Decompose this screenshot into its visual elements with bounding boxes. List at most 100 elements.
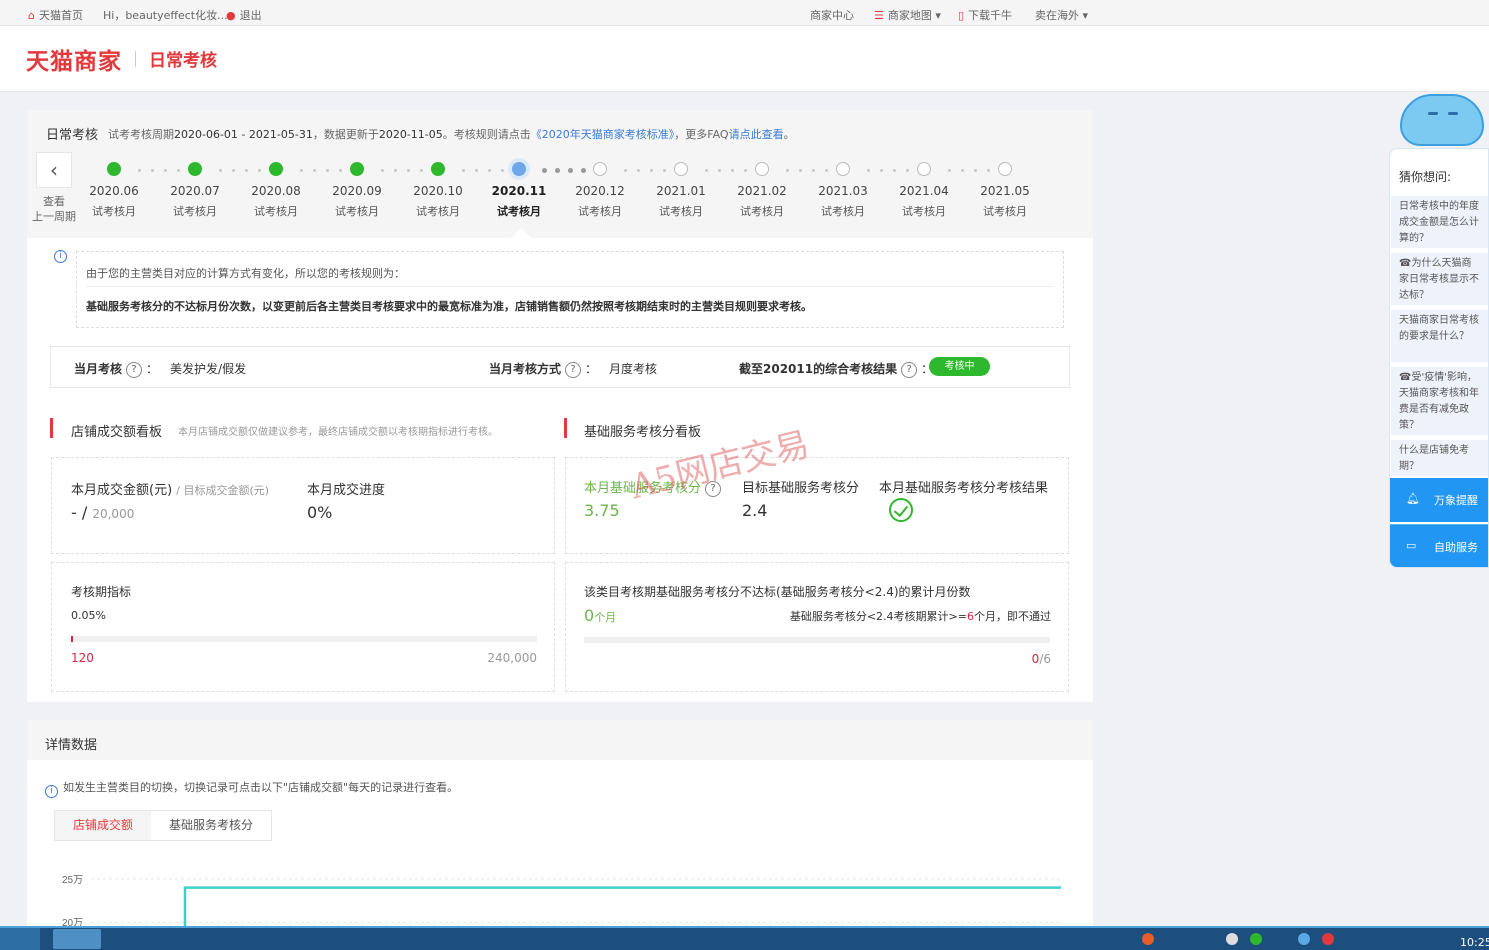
help-question[interactable]: ☎为什么天猫商家日常考核显示不达标？ <box>1391 253 1488 305</box>
tray-icon[interactable] <box>1226 933 1238 945</box>
prev-period-label[interactable]: 查看 上一周期 <box>31 194 77 224</box>
logo-divider <box>135 51 136 67</box>
detail-tabs: 店铺成交额 基础服务考核分 <box>54 810 272 841</box>
help-question[interactable]: 什么是店铺免考期？ <box>1391 440 1488 476</box>
section-marker <box>50 418 53 438</box>
logout-link[interactable]: ● 退出 <box>226 7 262 23</box>
tray-icon[interactable] <box>1250 933 1262 945</box>
timeline-connector-dot <box>232 169 235 172</box>
timeline-connector-dot <box>744 169 747 172</box>
timeline-node[interactable] <box>188 162 202 176</box>
timeline-node[interactable] <box>998 162 1012 176</box>
timeline-node[interactable] <box>674 162 688 176</box>
assessment-header: 日常考核 试考考核周期2020-06-01 - 2021-05-31，数据更新于… <box>27 110 1093 238</box>
timeline-connector-dot <box>893 169 896 172</box>
help-title: 猜你想问: <box>1399 170 1452 184</box>
timeline-connector-dot <box>407 169 410 172</box>
timeline-node[interactable] <box>917 162 931 176</box>
mascot-icon[interactable] <box>1398 92 1486 148</box>
timeline-date[interactable]: 2021.05 <box>975 184 1035 198</box>
timeline-date[interactable]: 2020.11 <box>489 184 549 198</box>
timeline-connector-dot <box>987 169 990 172</box>
timeline-date[interactable]: 2021.04 <box>894 184 954 198</box>
timeline-connector-dot <box>637 169 640 172</box>
period-progress-fill <box>71 636 73 642</box>
timeline-node[interactable] <box>512 162 526 176</box>
current-period-caret <box>511 228 531 238</box>
timeline-label: 试考核月 <box>497 205 541 218</box>
timeline-label: 试考核月 <box>416 205 460 218</box>
taskbar-app[interactable] <box>53 929 101 949</box>
timeline-connector-dot <box>475 169 478 172</box>
user-greeting[interactable]: Hi，beautyeffect化妆... <box>103 7 228 23</box>
tab-service-score[interactable]: 基础服务考核分 <box>151 811 271 840</box>
timeline-date[interactable]: 2020.10 <box>408 184 468 198</box>
download-qianniu-link[interactable]: ▯ 下载千牛 <box>958 7 1012 23</box>
detail-title: 详情数据 <box>45 738 98 753</box>
tmall-merchant-logo[interactable]: 天猫商家 <box>26 42 122 76</box>
timeline-date[interactable]: 2021.01 <box>651 184 711 198</box>
help-question[interactable]: ☎受'疫情'影响，天猫商家考核和年费是否有减免政策？ <box>1391 367 1488 435</box>
timeline-node[interactable] <box>431 162 445 176</box>
timeline-date[interactable]: 2020.07 <box>165 184 225 198</box>
tab-sales[interactable]: 店铺成交额 <box>55 811 151 840</box>
timeline-date[interactable]: 2021.02 <box>732 184 792 198</box>
faq-link[interactable]: 请点此查看 <box>729 128 784 141</box>
timeline-label: 试考核月 <box>173 205 217 218</box>
bell-icon: 🔔︎ <box>1406 492 1420 505</box>
help-icon[interactable]: ? <box>126 361 143 378</box>
tray-icon[interactable] <box>1142 933 1154 945</box>
help-icon[interactable]: ? <box>565 361 582 378</box>
sales-line-chart: 25万 20万 <box>62 875 1061 926</box>
y-tick-label: 20万 <box>62 918 83 926</box>
timeline-node[interactable] <box>755 162 769 176</box>
merchant-center-link[interactable]: 商家中心 <box>810 7 854 23</box>
rules-link[interactable]: 《2020年天猫商家考核标准》 <box>531 128 675 141</box>
timeline-connector-dot <box>394 169 397 172</box>
prev-period-button[interactable]: ‹ <box>36 152 72 188</box>
timeline-connector-dot <box>177 169 180 172</box>
chevron-left-icon: ‹ <box>50 158 58 182</box>
taobao-icon: ● <box>226 9 236 22</box>
home-icon: ⌂ <box>28 9 35 22</box>
timeline-date[interactable]: 2020.09 <box>327 184 387 198</box>
timeline-date[interactable]: 2020.08 <box>246 184 306 198</box>
tray-icon[interactable] <box>1322 933 1334 945</box>
timeline-connector-dot <box>542 168 547 173</box>
timeline-connector-dot <box>581 168 586 173</box>
wanxiang-reminder-button[interactable]: 🔔︎ 万象提醒 <box>1390 478 1488 522</box>
timeline-date[interactable]: 2020.06 <box>84 184 144 198</box>
help-question[interactable]: 天猫商家日常考核的要求是什么？ <box>1391 310 1488 362</box>
list-icon: ☰ <box>874 9 884 22</box>
timeline-connector-dot <box>718 169 721 172</box>
timeline-connector-dot <box>880 169 883 172</box>
timeline-node[interactable] <box>269 162 283 176</box>
timeline-node[interactable] <box>350 162 364 176</box>
sell-overseas-menu[interactable]: 卖在海外 ▾ <box>1035 7 1088 23</box>
detail-note: i 如发生主营类目的切换，切换记录可点击以下"店铺成交额"每天的记录进行查看。 <box>45 779 458 798</box>
sales-series-line <box>183 886 1061 926</box>
monthly-status-bar: 当月考核?：美发护发/假发 当月考核方式?：月度考核 截至202011的综合考核… <box>50 346 1070 388</box>
monthly-sales-card: 本月成交金额(元) / 目标成交金额(元) - / 20,000 本月成交进度 … <box>51 457 555 554</box>
divider <box>86 286 1054 287</box>
timeline-node[interactable] <box>836 162 850 176</box>
help-icon[interactable]: ? <box>901 361 918 378</box>
timeline-connector-dot <box>974 169 977 172</box>
timeline-node[interactable] <box>107 162 121 176</box>
merchant-map-menu[interactable]: ☰ 商家地图 ▾ <box>874 7 941 23</box>
timeline-connector-dot <box>961 169 964 172</box>
timeline-node[interactable] <box>593 162 607 176</box>
timeline-connector-dot <box>381 169 384 172</box>
timeline-connector-dot <box>650 169 653 172</box>
start-button[interactable] <box>0 928 40 950</box>
help-question[interactable]: 日常考核中的年度成交金额是怎么计算的？ <box>1391 196 1488 248</box>
timeline-date[interactable]: 2021.03 <box>813 184 873 198</box>
timeline-connector-dot <box>488 169 491 172</box>
assessment-panel: 日常考核 试考考核周期2020-06-01 - 2021-05-31，数据更新于… <box>27 110 1093 702</box>
home-link[interactable]: ⌂ 天猫首页 <box>28 7 83 23</box>
timeline-date[interactable]: 2020.12 <box>570 184 630 198</box>
timeline-connector-dot <box>555 168 560 173</box>
tray-icon[interactable] <box>1298 933 1310 945</box>
self-service-button[interactable]: ▭ 自助服务 <box>1390 524 1488 567</box>
timeline-connector-dot <box>300 169 303 172</box>
